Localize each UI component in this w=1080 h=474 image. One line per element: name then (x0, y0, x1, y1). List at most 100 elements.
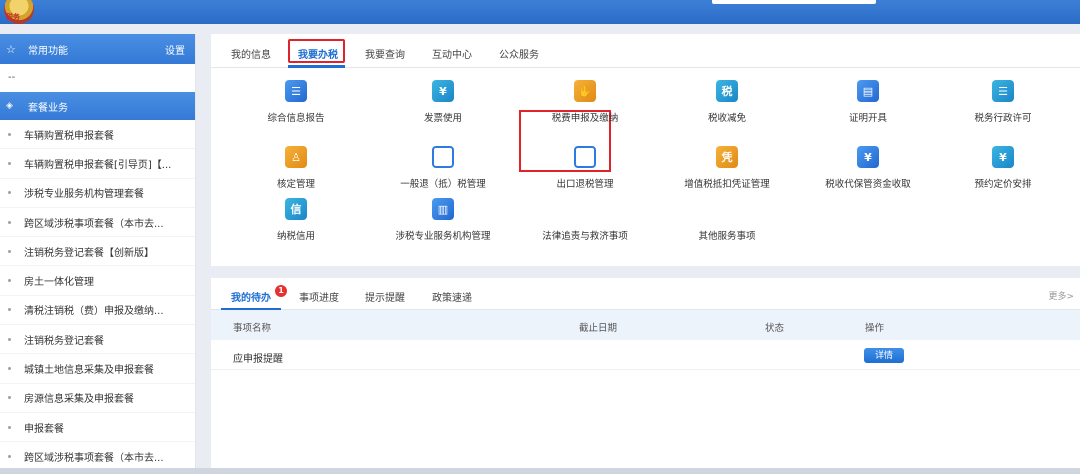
service-item[interactable]: ♙ 核定管理 (226, 146, 366, 190)
sidebar-package-label: 申报套餐 (24, 423, 64, 435)
sidebar-package-label: 涉税专业服务机构管理套餐 (24, 189, 144, 201)
bullet-icon (8, 161, 11, 165)
common-functions-title: 常用功能 (28, 45, 68, 57)
col-status: 状态 (765, 323, 785, 334)
service-item-label: 涉税专业服务机构管理 (395, 231, 491, 242)
tax-payment-icon: ✋ (574, 80, 596, 102)
gavel-icon: ⚖ (580, 202, 590, 216)
custody-fund-icon: ¥ (857, 146, 879, 168)
package-list: 车辆购置税申报套餐车辆购置税申报套餐[引导页]【... 涉税专业服务机构管理套餐跨… (0, 120, 195, 472)
service-item[interactable]: 税出口退税管理 (515, 146, 655, 190)
service-item[interactable]: ¥ 预约定价安排 (933, 146, 1073, 190)
sidebar-package-item[interactable]: 车辆购置税申报套餐 (0, 120, 195, 150)
sidebar-package-label: 注销税务登记套餐 (24, 335, 104, 347)
service-item-label: 出口退税管理 (556, 179, 614, 190)
agency-icon: ▥ (432, 198, 454, 220)
bullet-icon (8, 337, 11, 341)
sidebar: ☆ 常用功能 设置 -- ◈ 套餐业务 车辆购置税申报套餐 车辆购置税申报套餐[引… (0, 34, 196, 474)
refund-icon: 退 (432, 146, 454, 168)
tab-progress[interactable]: 事项进度 (299, 289, 339, 304)
bullet-icon (8, 220, 11, 224)
top-banner: 税务 (0, 0, 1080, 24)
service-item[interactable]: ☰ 综合信息报告 (226, 80, 366, 124)
settings-link[interactable]: 设置 (165, 42, 185, 57)
taskbar-strip (0, 468, 1080, 474)
common-functions-header: ☆ 常用功能 设置 (0, 34, 195, 64)
package-business-title: 套餐业务 (28, 102, 68, 114)
todo-count-badge: 1 (275, 285, 287, 297)
sidebar-package-item[interactable]: 清税注销税（费）申报及缴纳... (0, 296, 195, 326)
col-item-name: 事项名称 (233, 323, 272, 334)
sidebar-package-label: 清税注销税（费）申报及缴纳... (24, 306, 164, 318)
sidebar-package-label: 跨区域涉税事项套餐（本市去... (24, 452, 164, 464)
service-item[interactable]: 退一般退（抵）税管理 (373, 146, 513, 190)
report-icon: ☰ (285, 80, 307, 102)
heart-icon: ♥ (722, 202, 732, 216)
table-row: 应申报提醒 详情 (211, 340, 1080, 370)
sidebar-package-item[interactable]: 申报套餐 (0, 413, 195, 443)
service-item-label: 税务行政许可 (974, 113, 1032, 124)
sidebar-package-item[interactable]: 跨区域涉税事项套餐（本市去... (0, 208, 195, 238)
service-item-label: 核定管理 (276, 179, 315, 190)
sidebar-package-label: 房源信息采集及申报套餐 (24, 394, 134, 406)
active-tab-underline (288, 65, 345, 68)
license-icon: ☰ (992, 80, 1014, 102)
bullet-icon (8, 454, 11, 458)
bullet-icon (8, 279, 11, 283)
sidebar-package-item[interactable]: 城镇土地信息采集及申报套餐 (0, 354, 195, 384)
service-item-label: 税收代保管资金收取 (825, 179, 911, 190)
top-search-input[interactable] (712, 0, 876, 4)
sidebar-package-item[interactable]: 车辆购置税申报套餐[引导页]【... (0, 149, 195, 179)
tab-my-todo[interactable]: 我的待办 (231, 289, 271, 304)
service-item-label: 增值税抵扣凭证管理 (684, 179, 770, 190)
service-item-label: 税费申报及缴纳 (551, 113, 619, 124)
more-link[interactable]: 更多> (1048, 289, 1074, 302)
logo-text: 税务 (6, 13, 20, 21)
col-action: 操作 (865, 323, 885, 334)
service-item[interactable]: ¥ 税收代保管资金收取 (798, 146, 938, 190)
service-item-label: 一般退（抵）税管理 (400, 179, 486, 190)
sidebar-package-item[interactable]: 房源信息采集及申报套餐 (0, 384, 195, 413)
service-item-label: 综合信息报告 (267, 113, 325, 124)
service-item[interactable]: ▥ 涉税专业服务机构管理 (373, 198, 513, 242)
row-item-name: 应申报提醒 (233, 354, 283, 365)
sidebar-package-item[interactable]: 注销税务登记套餐【创新版】 (0, 237, 195, 267)
service-item[interactable]: ⚖ 法律追责与救济事项 (515, 198, 655, 243)
sidebar-package-label: 车辆购置税申报套餐 (24, 130, 114, 142)
service-item[interactable]: ✋ 税费申报及缴纳 (515, 80, 655, 124)
service-item[interactable]: 凭增值税抵扣凭证管理 (657, 146, 797, 190)
service-item[interactable]: ♥ 其他服务事项 (657, 198, 797, 243)
sidebar-package-label: 跨区域涉税事项套餐（本市去... (24, 218, 164, 230)
package-business-header[interactable]: ◈ 套餐业务 (0, 92, 195, 120)
col-deadline: 截止日期 (579, 323, 618, 334)
service-item[interactable]: 税税收减免 (657, 80, 797, 124)
main-tabs: 我的信息 我要办税 我要查询 互动中心 公众服务 (211, 34, 1080, 68)
service-item-label: 其他服务事项 (698, 231, 756, 242)
voucher-icon: 凭 (716, 146, 738, 168)
certificate-icon: ▤ (857, 80, 879, 102)
service-item-label: 证明开具 (848, 113, 887, 124)
sidebar-package-label: 注销税务登记套餐【创新版】 (24, 247, 154, 259)
invoice-icon: ¥ (432, 80, 454, 102)
tab-interaction[interactable]: 互动中心 (432, 46, 472, 61)
bullet-icon (8, 308, 11, 312)
service-item[interactable]: ☰ 税务行政许可 (933, 80, 1073, 124)
service-item[interactable]: ¥ 发票使用 (373, 80, 513, 124)
todo-table-header: 事项名称 截止日期 状态 操作 (211, 310, 1080, 340)
sidebar-package-item[interactable]: 注销税务登记套餐 (0, 325, 195, 355)
tab-query[interactable]: 我要查询 (365, 46, 405, 61)
detail-button[interactable]: 详情 (864, 348, 904, 363)
service-item-label: 发票使用 (423, 113, 462, 124)
tab-policy[interactable]: 政策速递 (432, 289, 472, 304)
bullet-icon (8, 132, 11, 136)
sidebar-package-item[interactable]: 房土一体化管理 (0, 266, 195, 296)
service-item[interactable]: ▤ 证明开具 (798, 80, 938, 124)
tab-public-service[interactable]: 公众服务 (499, 46, 539, 61)
service-item[interactable]: 信纳税信用 (226, 198, 366, 242)
tab-my-info[interactable]: 我的信息 (231, 46, 271, 61)
service-panel: 我的信息 我要办税 我要查询 互动中心 公众服务 ☰ 综合信息报告 ¥ 发票使用 ✋ 税费… (211, 34, 1080, 266)
sidebar-package-label: 城镇土地信息采集及申报套餐 (24, 365, 154, 377)
bullet-icon (8, 191, 11, 195)
sidebar-package-item[interactable]: 涉税专业服务机构管理套餐 (0, 179, 195, 208)
tab-reminders[interactable]: 提示提醒 (365, 289, 405, 304)
